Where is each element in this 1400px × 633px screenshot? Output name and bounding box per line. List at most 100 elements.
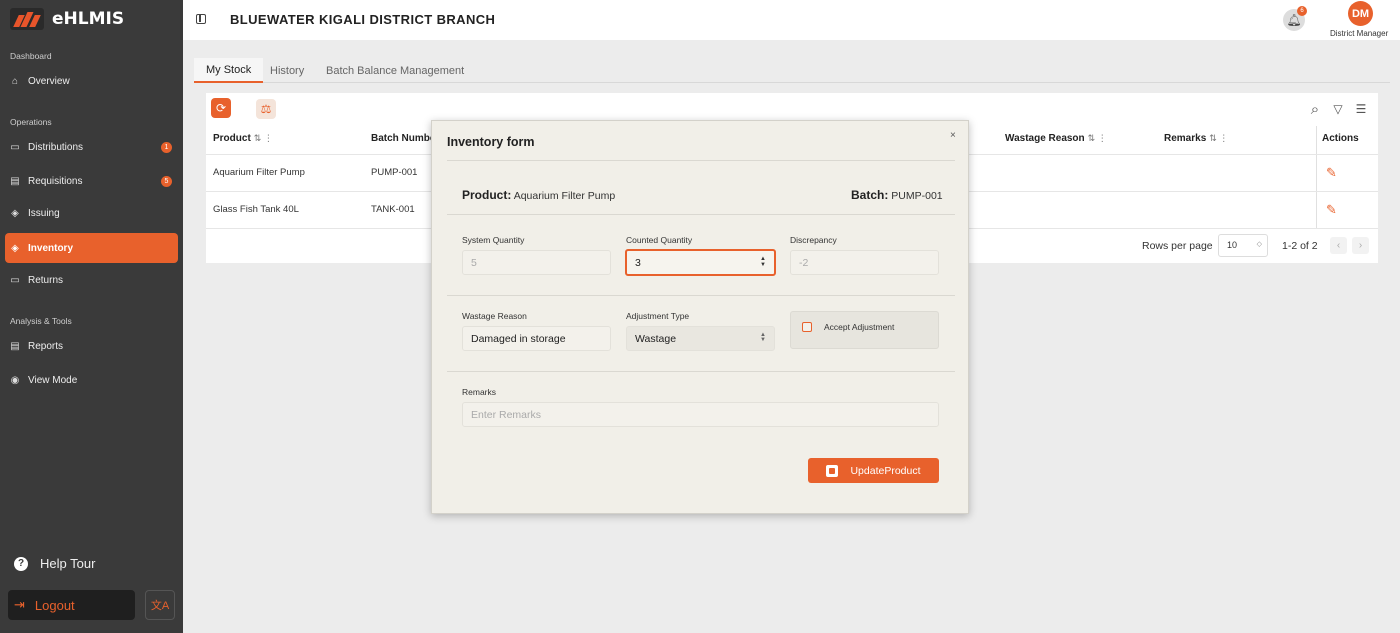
table-cell-product: Aquarium Filter Pump (213, 167, 305, 178)
language-icon[interactable]: 文A (145, 590, 175, 620)
sidebar-item-label: View Mode (28, 374, 78, 386)
close-icon[interactable]: × (950, 130, 956, 141)
remarks-label: Remarks (462, 387, 497, 397)
avatar[interactable]: DM (1348, 1, 1373, 26)
sidebar-item-distributions[interactable]: ▭ Distributions 1 (5, 132, 178, 162)
document-icon: ▤ (10, 175, 20, 187)
tab-batch-balance[interactable]: Batch Balance Management (314, 58, 476, 83)
accept-adjustment-checkbox[interactable] (802, 322, 812, 332)
column-header-product[interactable]: Product ⇅ ⋮ (213, 133, 273, 144)
sidebar-item-reports[interactable]: ▤ Reports (5, 331, 178, 361)
table-cell-batch: PUMP-001 (371, 167, 418, 178)
update-product-button[interactable]: UpdateProduct (808, 458, 939, 483)
sidebar: eHLMIS Dashboard ⌂ Overview Operations ▭… (0, 0, 183, 633)
logout-button[interactable]: ⇥ Logout (8, 590, 135, 620)
tab-my-stock[interactable]: My Stock (194, 58, 264, 83)
sidebar-item-view-mode[interactable]: ◉ View Mode (5, 365, 178, 395)
search-icon[interactable]: ⌕ (1305, 99, 1325, 119)
divider (447, 160, 955, 161)
sidebar-item-label: Issuing (28, 207, 60, 219)
remarks-input[interactable]: Enter Remarks (462, 402, 939, 427)
logout-label: Logout (34, 597, 75, 613)
divider (447, 214, 955, 215)
sidebar-item-requisitions[interactable]: ▤ Requisitions 5 (5, 166, 178, 196)
topbar: BLUEWATER KIGALI DISTRICT BRANCH 🔔︎ 6 DM… (183, 0, 1400, 40)
stepper-icon[interactable]: ▲ ▼ (760, 256, 766, 268)
save-icon (826, 464, 839, 477)
counted-quantity-label: Counted Quantity (626, 235, 693, 245)
distributions-badge: 1 (161, 141, 172, 153)
truck-icon: ▭ (10, 141, 20, 153)
adjustment-type-select[interactable]: Wastage ▲ ▼ (626, 326, 775, 351)
box-icon: ◈ (11, 242, 19, 254)
counted-quantity-value: 3 (635, 256, 641, 269)
refresh-icon[interactable]: ⟳ (211, 98, 231, 118)
columns-icon[interactable]: ☰ (1351, 99, 1371, 119)
sidebar-item-issuing[interactable]: ◈ Issuing (5, 198, 178, 228)
update-product-label: UpdateProduct (850, 464, 921, 477)
edit-icon[interactable]: ✎ (1326, 202, 1337, 218)
wastage-reason-label: Wastage Reason (462, 311, 527, 321)
column-header-remarks[interactable]: Remarks ⇅ ⋮ (1164, 133, 1228, 144)
tab-bar: My Stock History Batch Balance Managemen… (194, 58, 1390, 83)
sidebar-item-label: Overview (28, 75, 70, 87)
requisitions-badge: 5 (161, 175, 172, 187)
tab-history[interactable]: History (258, 58, 316, 83)
box-icon: ◈ (11, 207, 19, 219)
sidebar-item-overview[interactable]: ⌂ Overview (5, 66, 178, 96)
brand: eHLMIS (10, 8, 124, 30)
inventory-form-modal: Inventory form × Product: Aquarium Filte… (431, 120, 969, 514)
sidebar-item-label: Inventory (28, 242, 74, 254)
section-label-operations: Operations (10, 117, 52, 127)
user-role: District Manager (1330, 29, 1389, 38)
eye-icon: ◉ (10, 374, 20, 386)
section-label-dashboard: Dashboard (10, 51, 52, 61)
filter-icon[interactable]: ▽ (1328, 99, 1348, 119)
app-name: eHLMIS (52, 9, 125, 29)
divider (447, 371, 955, 372)
modal-title: Inventory form (447, 135, 535, 149)
discrepancy-label: Discrepancy (790, 235, 837, 245)
divider (447, 295, 955, 296)
sidebar-item-returns[interactable]: ▭ Returns (5, 265, 178, 295)
chevron-updown-icon: ▲ ▼ (760, 332, 766, 343)
question-icon: ? (14, 556, 28, 571)
notification-badge: 6 (1297, 6, 1307, 16)
prev-page-icon[interactable]: ‹ (1330, 237, 1347, 254)
discrepancy-field: -2 (790, 250, 939, 275)
stock-adjust-icon[interactable]: ⚖ (256, 99, 276, 119)
accept-adjustment-label: Accept Adjustment (824, 322, 895, 332)
column-header-batch[interactable]: Batch Number (371, 133, 439, 144)
page-range: 1-2 of 2 (1282, 240, 1318, 252)
sidebar-item-label: Requisitions (28, 175, 83, 187)
table-cell-batch: TANK-001 (371, 204, 415, 215)
rows-per-page-select[interactable]: 10 (1218, 234, 1268, 257)
home-icon: ⌂ (11, 75, 19, 87)
wastage-reason-field[interactable]: Damaged in storage (462, 326, 611, 351)
batch-info: Batch: PUMP-001 (851, 188, 943, 202)
edit-icon[interactable]: ✎ (1326, 165, 1337, 181)
system-quantity-label: System Quantity (462, 235, 525, 245)
accept-adjustment-box: Accept Adjustment (790, 311, 939, 349)
adjustment-type-value: Wastage (635, 332, 677, 345)
sidebar-item-label: Returns (28, 274, 64, 286)
product-info: Product: Aquarium Filter Pump (462, 188, 616, 202)
rows-per-page-label: Rows per page (1142, 240, 1213, 252)
sidebar-item-inventory[interactable]: ◈ Inventory (5, 233, 178, 263)
help-tour-label: Help Tour (40, 556, 96, 571)
page-title: BLUEWATER KIGALI DISTRICT BRANCH (230, 12, 496, 27)
sidebar-item-label: Distributions (28, 141, 84, 153)
document-icon: ▤ (10, 340, 20, 352)
counted-quantity-input[interactable]: 3 ▲ ▼ (625, 249, 776, 276)
table-cell-product: Glass Fish Tank 40L (213, 204, 299, 215)
adjustment-type-label: Adjustment Type (626, 311, 690, 321)
column-header-wastage-reason[interactable]: Wastage Reason ⇅ ⋮ (1005, 133, 1107, 144)
next-page-icon[interactable]: › (1352, 237, 1369, 254)
logout-icon: ⇥ (14, 597, 25, 612)
ehlmis-logo (10, 8, 44, 30)
sidebar-item-label: Reports (28, 340, 64, 352)
help-tour-button[interactable]: ? Help Tour (14, 556, 95, 571)
sidebar-toggle-icon[interactable] (196, 14, 206, 24)
section-label-analysis: Analysis & Tools (10, 316, 72, 326)
truck-icon: ▭ (10, 274, 20, 286)
